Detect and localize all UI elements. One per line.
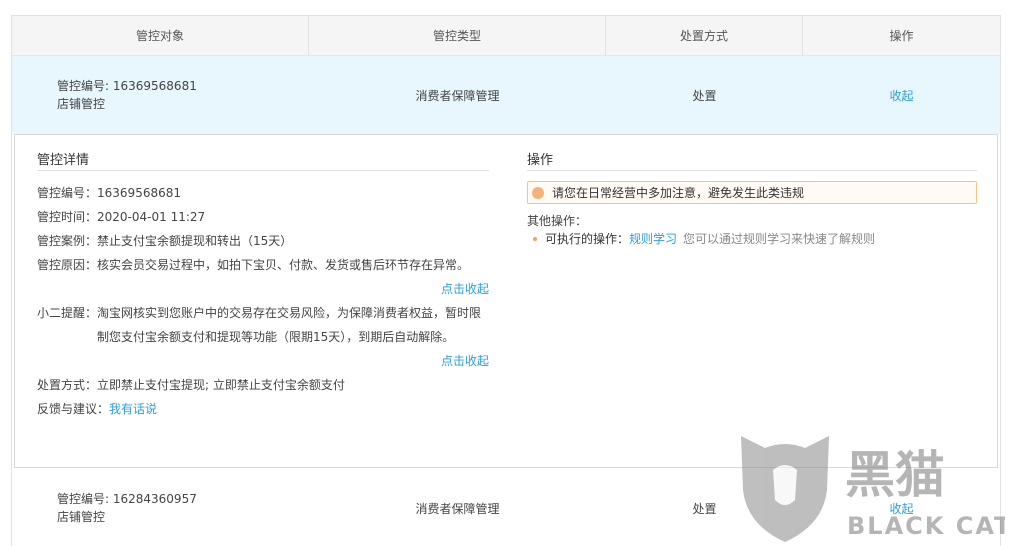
- table-row[interactable]: 管控编号: 16284360957 店铺管控 消费者保障管理 处置 收起: [12, 468, 1000, 546]
- header-object: 管控对象: [12, 16, 309, 55]
- detail-case: 管控案例： 禁止支付宝余额提现和转出（15天）: [37, 234, 293, 248]
- notice-banner: 请您在日常经营中多加注意，避免发生此类违规: [527, 181, 977, 204]
- bullet-icon: [533, 237, 537, 241]
- control-id: 管控编号: 16369568681: [57, 79, 197, 93]
- ops-title: 操作: [527, 149, 977, 171]
- object-cell: 管控编号: 16369568681 店铺管控: [12, 56, 309, 134]
- collapse-link[interactable]: 收起: [889, 87, 913, 104]
- other-item-desc: 您可以通过规则学习来快速了解规则: [683, 232, 876, 246]
- feedback-link[interactable]: 我有话说: [109, 402, 157, 416]
- header-type: 管控类型: [309, 16, 606, 55]
- action-cell: 收起: [803, 468, 1000, 546]
- object-cell: 管控编号: 16284360957 店铺管控: [12, 468, 309, 546]
- method-cell: 处置: [692, 88, 717, 103]
- notice-icon: [532, 186, 544, 199]
- detail-tip: 小二提醒： 淘宝网核实到您账户中的交易存在交易风险，为保障消费者权益，暂时限制您支…: [37, 306, 482, 344]
- action-cell: 收起: [803, 56, 1000, 134]
- type-cell: 消费者保障管理: [415, 501, 500, 516]
- table-header: 管控对象 管控类型 处置方式 操作: [12, 16, 1000, 56]
- other-item-label: 可执行的操作：: [545, 232, 630, 246]
- notice-text: 请您在日常经营中多加注意，避免发生此类违规: [552, 186, 805, 200]
- type-cell: 消费者保障管理: [415, 88, 500, 103]
- detail-panel: 管控详情 管控编号： 16369568681 管控时间： 2020-04-01 11…: [14, 134, 998, 468]
- collapse-reason-link[interactable]: 点击收起: [441, 282, 489, 296]
- header-action: 操作: [889, 29, 914, 43]
- rule-study-link[interactable]: 规则学习: [629, 229, 677, 249]
- control-scope: 店铺管控: [57, 510, 106, 524]
- method-cell: 处置: [692, 501, 717, 516]
- detail-reason: 管控原因： 核实会员交易过程中，如拍下宝贝、付款、发货或售后环节存在异常。: [37, 258, 470, 272]
- detail-feedback: 反馈与建议： 我有话说: [37, 402, 158, 416]
- detail-column: 管控详情 管控编号： 16369568681 管控时间： 2020-04-01 11…: [37, 149, 489, 421]
- control-panel: 管控对象 管控类型 处置方式 操作 管控编号: 16369568681 店铺管控…: [11, 15, 1001, 546]
- collapse-tip-link[interactable]: 点击收起: [441, 354, 489, 368]
- table-row[interactable]: 管控编号: 16369568681 店铺管控 消费者保障管理 处置 收起: [12, 56, 1000, 134]
- collapse-link[interactable]: 收起: [889, 500, 913, 517]
- control-scope: 店铺管控: [57, 97, 106, 111]
- other-item: 可执行的操作： 规则学习 您可以通过规则学习来快速了解规则: [527, 229, 977, 249]
- detail-handle: 处置方式： 立即禁止支付宝提现; 立即禁止支付宝余额支付: [37, 378, 345, 392]
- detail-id: 管控编号： 16369568681: [37, 186, 181, 200]
- ops-column: 操作 请您在日常经营中多加注意，避免发生此类违规 其他操作： 可执行的操作： 规…: [527, 149, 977, 249]
- other-label: 其他操作：: [527, 214, 588, 228]
- detail-time: 管控时间： 2020-04-01 11:27: [37, 210, 206, 224]
- header-method: 处置方式: [606, 16, 803, 55]
- control-id: 管控编号: 16284360957: [57, 492, 197, 506]
- detail-title: 管控详情: [37, 149, 489, 171]
